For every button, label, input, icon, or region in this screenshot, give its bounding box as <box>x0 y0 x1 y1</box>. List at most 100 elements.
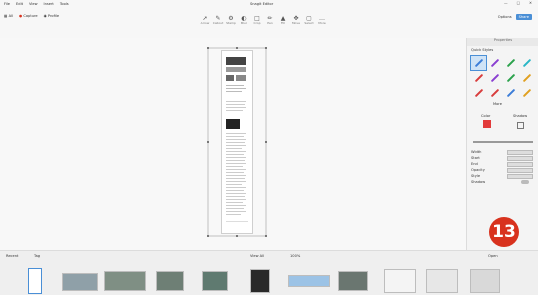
maximize-icon[interactable]: □ <box>517 1 520 5</box>
resize-handle-br[interactable] <box>265 235 267 237</box>
selection-outline <box>207 47 267 237</box>
resize-handle-r[interactable] <box>265 141 267 143</box>
tool-arrow[interactable]: ➚ Arrow <box>200 15 210 25</box>
menu-insert[interactable]: Insert <box>44 2 54 6</box>
tool-bar: ➚ Arrow ✎ Callout ⚙ Stamp ◐ Blur □ Crop ✏ Pen … <box>200 15 327 25</box>
prop-row-opacity: Opacity <box>471 168 485 172</box>
thumbnail[interactable] <box>470 269 500 293</box>
arrow-style-icon <box>474 58 483 68</box>
tool-more[interactable]: … More <box>317 15 327 25</box>
more-styles-button[interactable]: More <box>493 102 502 106</box>
library-label: All <box>8 14 14 18</box>
menu-view[interactable]: View <box>29 2 38 6</box>
arrow-style-icon <box>490 88 500 98</box>
tool-blur[interactable]: ◐ Blur <box>239 15 249 25</box>
prop-row-width: Width <box>471 150 482 154</box>
view-all-label[interactable]: View All <box>250 254 264 258</box>
tool-move[interactable]: ✥ Move <box>291 15 301 25</box>
thumbnail[interactable] <box>202 271 228 291</box>
prop-row-start: Start <box>471 156 480 160</box>
resize-handle-tr[interactable] <box>265 47 267 49</box>
open-label[interactable]: Open <box>488 254 498 258</box>
toolbar: ▦ All ● Capture ◉ Profile ➚ Arrow ✎ Callou… <box>0 8 538 39</box>
quick-style-swatch[interactable] <box>504 56 519 70</box>
color-label: Color <box>481 114 491 118</box>
tool-stamp[interactable]: ⚙ Stamp <box>226 15 236 25</box>
prop-end-field[interactable] <box>507 162 533 167</box>
shadow-toggle[interactable] <box>521 180 529 184</box>
capture-button[interactable]: ● Capture <box>19 14 38 18</box>
quick-style-swatch[interactable] <box>471 86 486 100</box>
library-button[interactable]: ▦ All <box>4 14 13 18</box>
prop-row-end: End <box>471 162 478 166</box>
capture-label: Capture <box>23 14 38 18</box>
resize-handle-l[interactable] <box>207 141 209 143</box>
arrow-style-icon <box>523 88 532 98</box>
profile-button[interactable]: ◉ Profile <box>44 14 59 18</box>
quick-style-swatch[interactable] <box>520 71 535 85</box>
quick-style-swatch[interactable] <box>471 71 486 85</box>
recent-label[interactable]: Recent <box>6 254 18 258</box>
prop-row-style: Style <box>471 174 481 178</box>
options-button[interactable]: Options <box>498 15 512 19</box>
quick-style-swatch[interactable] <box>520 86 535 100</box>
close-icon[interactable]: ✕ <box>529 1 532 5</box>
thumbnail[interactable] <box>288 275 330 287</box>
quick-style-swatch[interactable] <box>487 71 502 85</box>
resize-handle-tl[interactable] <box>207 47 209 49</box>
selection-frame[interactable] <box>206 46 268 238</box>
quick-style-swatch[interactable] <box>487 56 502 70</box>
thumbnail[interactable] <box>250 269 270 293</box>
tool-crop[interactable]: □ Crop <box>252 15 262 25</box>
quick-style-swatch[interactable] <box>504 86 519 100</box>
shadow-swatch[interactable] <box>517 122 524 129</box>
profile-label: Profile <box>47 14 60 18</box>
thumbnail[interactable] <box>338 271 368 291</box>
color-swatch[interactable] <box>483 120 491 128</box>
prop-style-field[interactable] <box>507 174 533 179</box>
menu-edit[interactable]: Edit <box>16 2 23 6</box>
arrow-style-icon <box>474 88 483 98</box>
profile-icon: ◉ <box>43 14 47 18</box>
prop-opacity-field[interactable] <box>507 168 533 173</box>
quick-style-swatch[interactable] <box>504 71 519 85</box>
resize-handle-t[interactable] <box>236 47 238 49</box>
thumbnail[interactable] <box>156 271 184 291</box>
menu-bar: File Edit View Insert Tools <box>4 2 69 6</box>
thumbnail[interactable] <box>62 273 98 291</box>
menu-tools[interactable]: Tools <box>60 2 69 6</box>
width-slider[interactable] <box>473 141 533 143</box>
thumbnail[interactable] <box>384 269 416 293</box>
right-actions: Options Share <box>498 14 532 20</box>
share-button[interactable]: Share <box>515 14 532 20</box>
capture-icon: ● <box>19 14 23 18</box>
tool-select[interactable]: ▢ Select <box>304 15 314 25</box>
step-badge: 13 <box>489 217 519 247</box>
title-bar: File Edit View Insert Tools Snagit Edito… <box>0 0 538 8</box>
quick-style-swatch[interactable] <box>520 56 535 70</box>
resize-handle-b[interactable] <box>236 235 238 237</box>
quick-style-swatch[interactable] <box>487 86 502 100</box>
thumbnail[interactable] <box>104 271 146 291</box>
shadow-label: Shadow <box>513 114 528 118</box>
menu-file[interactable]: File <box>4 2 10 6</box>
arrow-style-icon <box>523 58 532 68</box>
minimize-icon[interactable]: — <box>504 1 508 5</box>
window-controls: — □ ✕ <box>504 1 532 5</box>
tool-fill[interactable]: ▲ Fill <box>278 15 288 25</box>
tool-callout[interactable]: ✎ Callout <box>213 15 224 25</box>
resize-handle-bl[interactable] <box>207 235 209 237</box>
tool-pen[interactable]: ✏ Pen <box>265 15 275 25</box>
left-actions: ▦ All ● Capture ◉ Profile <box>4 14 59 18</box>
filmstrip: Recent Tag View All 100% Open <box>0 250 538 295</box>
arrow-style-icon <box>490 58 500 68</box>
quick-style-swatch[interactable] <box>469 55 488 71</box>
arrow-style-icon <box>490 73 500 83</box>
tag-label[interactable]: Tag <box>34 254 40 258</box>
arrow-style-icon <box>506 88 516 98</box>
prop-width-field[interactable] <box>507 150 533 155</box>
thumbnail[interactable] <box>426 269 458 293</box>
prop-start-field[interactable] <box>507 156 533 161</box>
library-icon: ▦ <box>4 14 8 18</box>
thumbnail-selected[interactable] <box>28 268 42 294</box>
